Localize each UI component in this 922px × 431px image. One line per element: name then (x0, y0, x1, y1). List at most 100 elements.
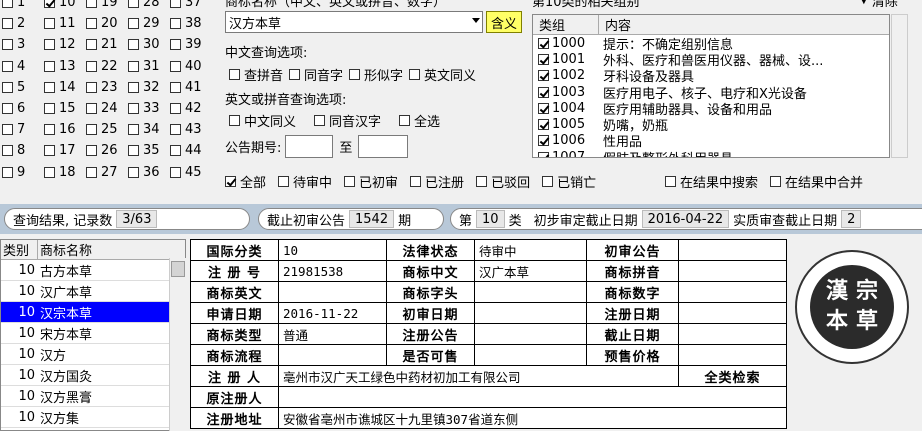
option-pinyin[interactable]: 查拼音 (229, 65, 283, 84)
checkbox[interactable] (229, 115, 240, 126)
class-checkbox-21[interactable]: 21 (86, 34, 128, 55)
result-row[interactable]: 10 宋方本草 (1, 323, 185, 344)
gazette-from-input[interactable] (285, 135, 334, 158)
filter-option[interactable]: 已驳回 (476, 172, 530, 191)
class-checkbox-36[interactable]: 36 (128, 162, 170, 183)
checkbox[interactable] (44, 81, 55, 93)
checkbox[interactable] (128, 81, 139, 93)
result-row[interactable]: 10 汉广本草 (1, 281, 185, 302)
checkbox[interactable] (665, 176, 676, 187)
group-row[interactable]: 1001 外科、医疗和兽医用仪器、器械、设... (533, 51, 889, 69)
checkbox[interactable] (86, 166, 97, 178)
group-list[interactable]: 类组 内容 1000 提示：不确定组别信息 1001 外科、医疗和兽医用仪器、器械、设… (532, 14, 890, 158)
meaning-button[interactable]: 含义 (486, 11, 522, 33)
filter-option[interactable]: 已销亡 (542, 172, 596, 191)
checkbox[interactable] (2, 103, 13, 115)
class-checkbox-35[interactable]: 35 (128, 140, 170, 161)
checkbox[interactable] (2, 145, 13, 157)
checkbox[interactable] (170, 166, 181, 178)
class-checkbox-41[interactable]: 41 (170, 77, 212, 98)
checkbox[interactable] (289, 69, 301, 80)
checkbox[interactable] (170, 39, 181, 51)
group-row[interactable]: 1006 性用品 (533, 133, 889, 150)
chevron-down-icon[interactable] (472, 18, 480, 23)
class-checkbox-14[interactable]: 14 (44, 77, 86, 98)
class-checkbox-43[interactable]: 43 (170, 119, 212, 140)
col-content[interactable]: 内容 (599, 15, 889, 34)
gazette-to-input[interactable] (358, 135, 409, 158)
class-checkbox-30[interactable]: 30 (128, 34, 170, 55)
class-checkbox-33[interactable]: 33 (128, 98, 170, 119)
group-row[interactable]: 1003 医疗用电子、核子、电疗和X光设备 (533, 84, 889, 102)
checkbox[interactable] (170, 81, 181, 93)
checkbox[interactable] (86, 39, 97, 51)
flow-value[interactable] (278, 344, 387, 366)
group-row[interactable]: 1007 假肢及整形外科用器具 (533, 149, 889, 157)
class-checkbox-39[interactable]: 39 (170, 34, 212, 55)
checkbox[interactable] (170, 18, 181, 30)
checkbox[interactable] (44, 103, 55, 115)
class-checkbox-32[interactable]: 32 (128, 77, 170, 98)
class-checkbox-34[interactable]: 34 (128, 119, 170, 140)
class-checkbox-18[interactable]: 18 (44, 162, 86, 183)
checkbox[interactable] (86, 103, 97, 115)
checkbox[interactable] (128, 166, 139, 178)
checkbox[interactable] (538, 37, 549, 49)
class-checkbox-26[interactable]: 26 (86, 140, 128, 161)
class-checkbox-17[interactable]: 17 (44, 140, 86, 161)
class-checkbox-10[interactable]: 10 (44, 0, 86, 13)
result-row[interactable]: 10 汉方集 (1, 407, 185, 428)
group-list-scrollbar[interactable] (891, 14, 908, 158)
checkbox[interactable] (44, 0, 55, 9)
class-checkbox-4[interactable]: 4 (2, 56, 44, 77)
checkbox[interactable] (128, 145, 139, 157)
checkbox[interactable] (128, 18, 139, 30)
checkbox[interactable] (538, 102, 549, 114)
checkbox[interactable] (86, 145, 97, 157)
checkbox[interactable] (128, 39, 139, 51)
class-checkbox-9[interactable]: 9 (2, 162, 44, 183)
group-row[interactable]: 1004 医疗用辅助器具、设备和用品 (533, 100, 889, 118)
checkbox[interactable] (476, 176, 488, 187)
class-checkbox-23[interactable]: 23 (86, 77, 128, 98)
class-checkbox-13[interactable]: 13 (44, 56, 86, 77)
col-name[interactable]: 商标名称 (38, 240, 185, 259)
option-select-all[interactable]: 全选 (399, 111, 440, 130)
class-checkbox-1[interactable]: 1 (2, 0, 44, 13)
class-checkbox-22[interactable]: 22 (86, 56, 128, 77)
class-checkbox-2[interactable]: 2 (2, 13, 44, 34)
class-checkbox-42[interactable]: 42 (170, 98, 212, 119)
checkbox[interactable] (542, 176, 554, 187)
checkbox[interactable] (44, 166, 55, 178)
checkbox[interactable] (44, 124, 55, 136)
class-checkbox-16[interactable]: 16 (44, 119, 86, 140)
class-checkbox-7[interactable]: 7 (2, 119, 44, 140)
result-list-scrollbar[interactable] (169, 258, 186, 431)
checkbox[interactable] (170, 0, 181, 9)
checkbox[interactable] (410, 176, 422, 187)
checkbox[interactable] (170, 124, 181, 136)
checkbox[interactable] (86, 0, 97, 9)
checkbox[interactable] (2, 60, 13, 72)
checkbox[interactable] (399, 115, 411, 126)
class-checkbox-12[interactable]: 12 (44, 34, 86, 55)
checkbox[interactable] (128, 103, 139, 115)
checkbox[interactable] (170, 103, 181, 115)
checkbox[interactable] (314, 115, 326, 126)
checkbox[interactable] (2, 81, 13, 93)
class-checkbox-45[interactable]: 45 (170, 162, 212, 183)
checkbox[interactable] (86, 124, 97, 136)
class-checkbox-44[interactable]: 44 (170, 140, 212, 161)
class-checkbox-40[interactable]: 40 (170, 56, 212, 77)
class-checkbox-38[interactable]: 38 (170, 13, 212, 34)
checkbox[interactable] (2, 166, 13, 178)
checkbox[interactable] (44, 60, 55, 72)
class-checkbox-20[interactable]: 20 (86, 13, 128, 34)
checkbox[interactable] (770, 176, 782, 187)
checkbox[interactable] (409, 69, 421, 80)
checkbox[interactable] (86, 81, 97, 93)
scrollbar-thumb[interactable] (171, 261, 185, 277)
class-checkbox-24[interactable]: 24 (86, 98, 128, 119)
option-homophone[interactable]: 同音字 (289, 65, 343, 84)
checkbox[interactable] (225, 176, 236, 187)
